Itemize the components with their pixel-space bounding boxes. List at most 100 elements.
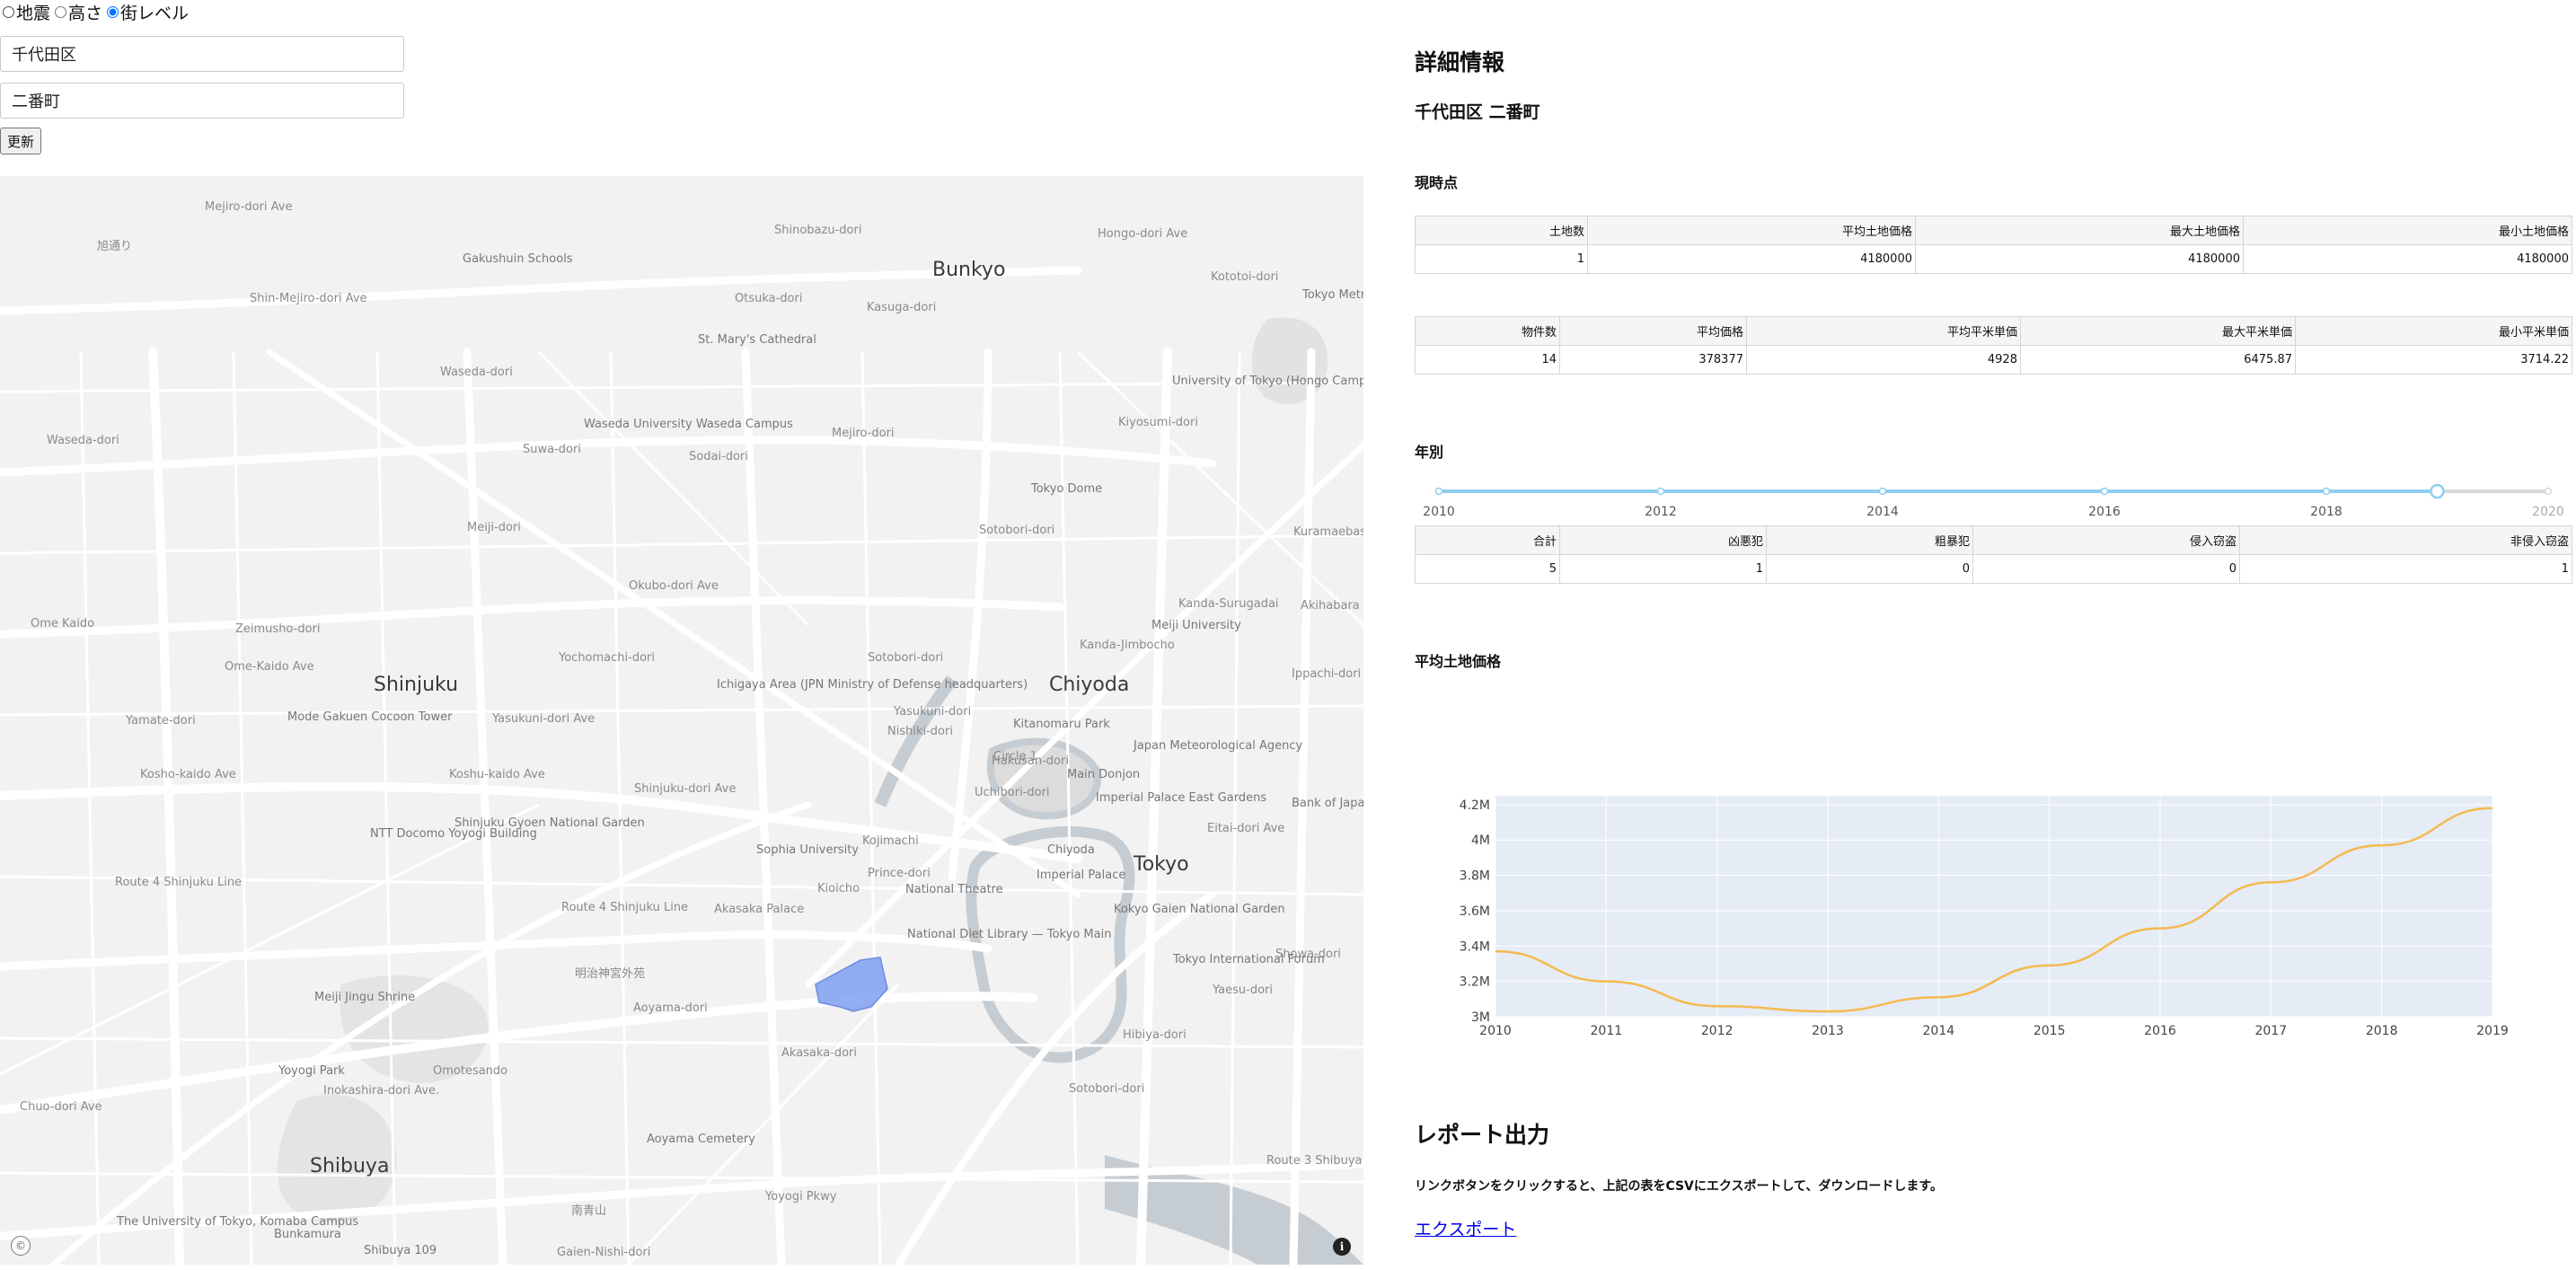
map-label-road: Kosho-kaido Ave (140, 768, 236, 781)
map-poi-boj: Bank of Japan (1292, 797, 1363, 810)
map-label-road: Sotobori-dori (1069, 1082, 1145, 1096)
table-header: 最大土地価格 (1915, 216, 2244, 245)
y-axis-ticks: 3M 3.2M 3.4M 3.6M 3.8M 4M 4.2M (1460, 798, 1490, 1025)
map-label-road: Yoyogi Pkwy (765, 1190, 837, 1204)
table-cell: 14 (1415, 345, 1560, 375)
map-label-road: Hibiya-dori (1123, 1028, 1187, 1042)
table-cell: 6475.87 (2020, 345, 2296, 375)
map-label-road: Shinobazu-dori (774, 224, 862, 237)
map-label-chiyoda: Chiyoda (1049, 674, 1130, 696)
map-poi-meiji-jingu: Meiji Jingu Shrine (314, 991, 416, 1004)
x-tick-label: 2017 (2255, 1024, 2288, 1038)
map-base-layer (0, 266, 1363, 1265)
slider-mark[interactable] (2322, 487, 2331, 496)
map-poi-shibuya109: Shibuya 109 (364, 1244, 437, 1257)
map-label-road: Aoyama-dori (633, 1001, 708, 1015)
slider-tick-label: 2012 (1645, 505, 1677, 519)
map-poi-aoyama-cemetery: Aoyama Cemetery (647, 1133, 755, 1146)
map-poi-cocoon-tower: Mode Gakuen Cocoon Tower (287, 710, 453, 724)
map-label-road: Okubo-dori Ave (629, 579, 719, 593)
table-cell: 4180000 (1587, 244, 1916, 274)
map-label-bunkyo: Bunkyo (932, 259, 1006, 281)
slider-mark[interactable] (1656, 487, 1665, 496)
radio-height[interactable] (55, 5, 67, 18)
radio-height-label: 高さ (68, 3, 103, 23)
y-tick-label: 3M (1471, 1010, 1490, 1025)
radio-option-earthquake[interactable]: 地震 (0, 0, 50, 24)
y-tick-label: 3.6M (1460, 904, 1490, 919)
radio-earthquake[interactable] (3, 5, 14, 18)
ward-input[interactable] (0, 36, 404, 72)
map-label-road: Kasuga-dori (867, 301, 937, 314)
table-header: 凶悪犯 (1559, 525, 1767, 555)
slider-handle[interactable] (2430, 483, 2445, 499)
map-poi-waseda: Waseda University Waseda Campus (584, 418, 793, 431)
current-title: 現時点 (1415, 174, 1459, 191)
map-label-road: Yamate-dori (126, 714, 196, 728)
map-poi-kitanomaru: Kitanomaru Park (1013, 718, 1110, 731)
slider-mark[interactable] (2544, 487, 2553, 496)
slider-mark[interactable] (2100, 487, 2109, 496)
x-tick-label: 2013 (1812, 1024, 1844, 1038)
y-tick-label: 4M (1471, 833, 1490, 848)
map-poi-univ-tokyo: University of Tokyo (Hongo Campus) (1172, 375, 1363, 388)
map-poi-east-gardens: Imperial Palace East Gardens (1096, 791, 1267, 805)
slider-mark[interactable] (1434, 487, 1443, 496)
palace-moat (966, 825, 1135, 1063)
table-cell: 4928 (1746, 345, 2021, 375)
yearly-title: 年別 (1415, 444, 1444, 461)
slider-tick-label: 2010 (1423, 505, 1455, 519)
y-tick-label: 3.4M (1460, 939, 1490, 954)
x-tick-label: 2012 (1701, 1024, 1734, 1038)
table-header: 平均平米単価 (1746, 316, 2021, 346)
radio-option-height[interactable]: 高さ (52, 0, 102, 24)
map-label-road: Mejiro-dori (832, 427, 895, 440)
map-label-road: Kototoi-dori (1211, 270, 1279, 284)
map-label-road: Omotesando (433, 1064, 508, 1078)
slider-tick-label: 2020 (2532, 505, 2564, 519)
report-description: リンクボタンをクリックすると、上記の表をCSVにエクスポートして、ダウンロードし… (1415, 1179, 1943, 1194)
x-tick-label: 2019 (2476, 1024, 2509, 1038)
map-label-road: Kanda-Jimbocho (1080, 639, 1175, 652)
town-input[interactable] (0, 83, 404, 119)
map-poi-kokyo-gaien: Kokyo Gaien National Garden (1114, 903, 1285, 916)
update-button[interactable]: 更新 (0, 128, 42, 154)
crime-table: 合計 凶悪犯 粗暴犯 侵入窃盗 非侵入窃盗 5 1 0 0 1 (1415, 525, 2572, 584)
map-label-road: Route 4 Shinjuku Line (561, 901, 689, 914)
map-poi-art-museum: Tokyo Metropolitan Art Museum (1302, 288, 1363, 302)
info-icon[interactable]: i (1333, 1238, 1351, 1256)
slider-mark[interactable] (1878, 487, 1887, 496)
map-view[interactable]: Bunkyo Shinjuku Chiyoda Tokyo Shibuya Me… (0, 176, 1363, 1265)
report-title: レポート出力 (1415, 1122, 1550, 1148)
land-table: 土地数 平均土地価格 最大土地価格 最小土地価格 1 4180000 41800… (1415, 216, 2572, 274)
map-label-road: Akihabara Sta (1301, 599, 1363, 613)
map-poi-sophia: Sophia University (756, 843, 859, 857)
map-attribution-icon[interactable]: © (11, 1236, 31, 1256)
y-tick-label: 4.2M (1460, 798, 1490, 813)
radio-option-street-level[interactable]: 街レベル (104, 0, 189, 24)
chart-title: 平均土地価格 (1415, 653, 1502, 670)
slider-tick-label: 2014 (1866, 505, 1899, 519)
map-label-road: Prince-dori (868, 867, 931, 880)
ueno-park (1251, 317, 1328, 404)
map-label-road: Kioicho (817, 882, 860, 895)
map-label-kanji: 南青山 (571, 1204, 607, 1218)
table-header: 平均価格 (1559, 316, 1747, 346)
radio-street-level[interactable] (107, 5, 119, 18)
table-header: 物件数 (1415, 316, 1560, 346)
y-tick-label: 3.2M (1460, 975, 1490, 990)
map-label-kanji: 明治神宮外苑 (575, 967, 646, 981)
export-link[interactable]: エクスポート (1415, 1216, 1516, 1240)
map-label-road: Suwa-dori (523, 443, 581, 456)
table-header: 土地数 (1415, 216, 1588, 245)
year-slider[interactable]: 2010 2012 2014 2016 2018 2020 (1415, 478, 2572, 525)
map-label-shinjuku: Shinjuku (374, 674, 459, 696)
map-label-tokyo: Tokyo (1134, 853, 1189, 876)
map-label-road: Sotobori-dori (868, 651, 944, 665)
map-poi-bunkamura: Bunkamura (274, 1228, 341, 1241)
x-tick-label: 2011 (1591, 1024, 1623, 1038)
slider-track[interactable] (1415, 478, 2572, 505)
table-row: 1 4180000 4180000 4180000 (1415, 244, 2572, 274)
table-row: 14 378377 4928 6475.87 3714.22 (1415, 345, 2572, 375)
map-poi-national-theatre: National Theatre (905, 883, 1003, 896)
